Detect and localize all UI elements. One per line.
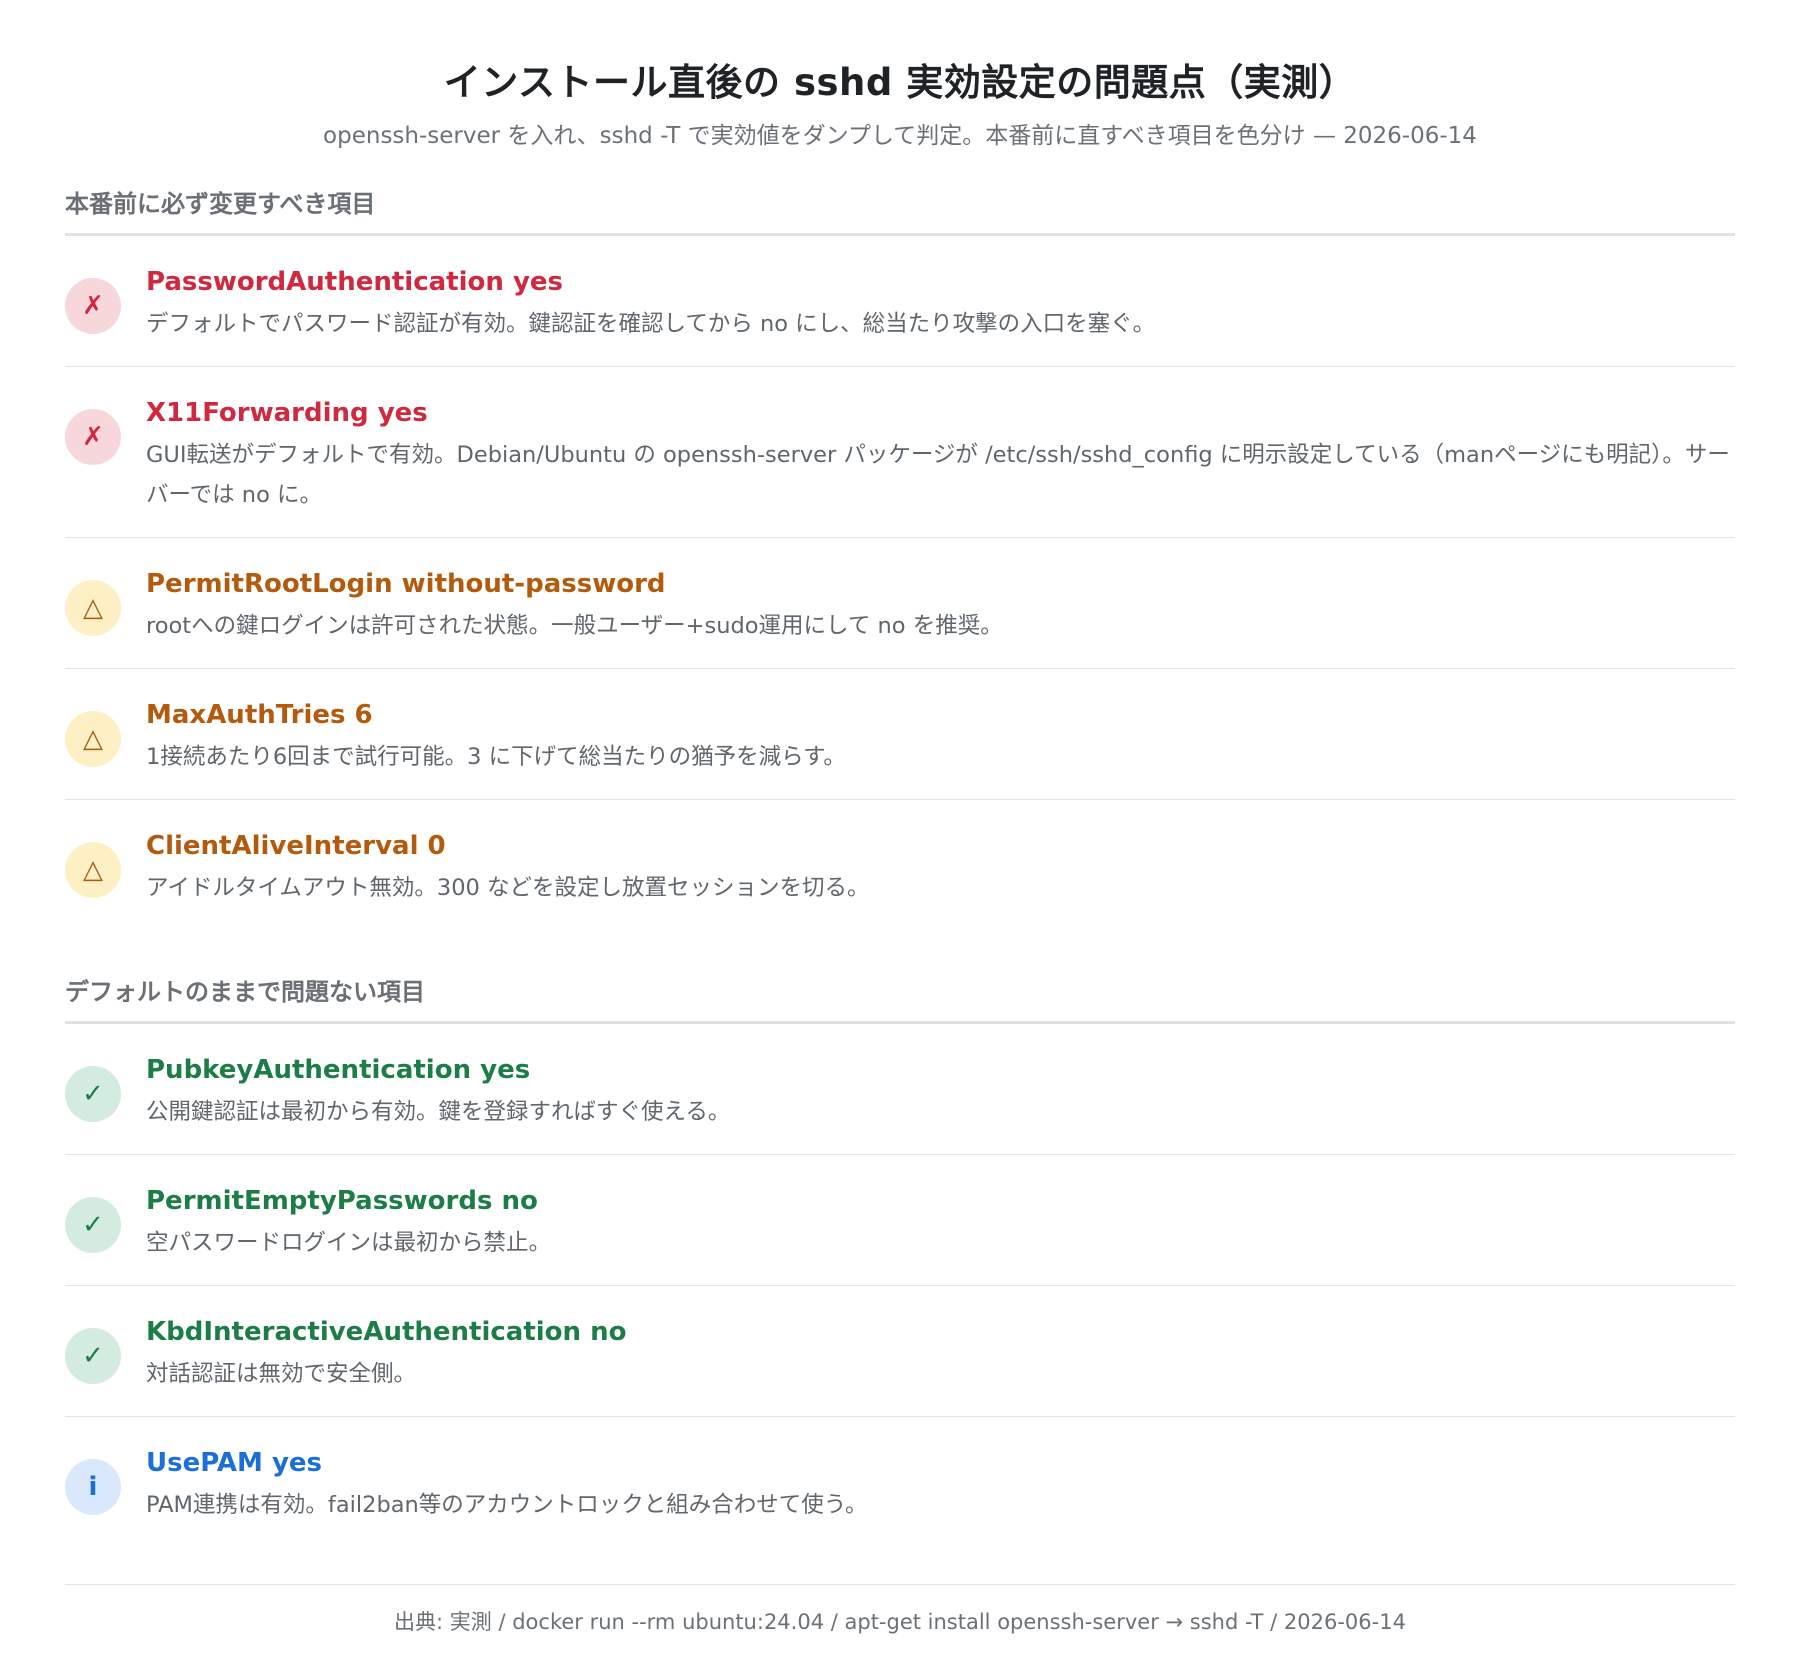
item-body: ClientAliveInterval 0 アイドルタイムアウト無効。300 など… [146, 822, 1735, 908]
setting-name: PasswordAuthentication yes [146, 267, 564, 297]
section-heading: 本番前に必ず変更すべき項目 [65, 188, 1735, 236]
list-item: ✓ PermitEmptyPasswords no 空パスワードログインは最初から禁… [65, 1155, 1735, 1286]
list-item: △ MaxAuthTries 6 1接続あたり6回まで試行可能。3 に下げて総当たり… [65, 669, 1735, 800]
section-heading: デフォルトのままで問題ない項目 [65, 976, 1735, 1024]
item-body: PermitEmptyPasswords no 空パスワードログインは最初から禁止… [146, 1177, 1735, 1263]
setting-name: MaxAuthTries 6 [146, 700, 373, 730]
item-body: X11Forwarding yes GUI転送がデフォルトで有効。Debian/U… [146, 389, 1735, 515]
list-item: ✓ PubkeyAuthentication yes 公開鍵認証は最初から有効。鍵を… [65, 1024, 1735, 1155]
section-ok-defaults: デフォルトのままで問題ない項目 ✓ PubkeyAuthentication ye… [65, 976, 1735, 1547]
check-icon: ✓ [65, 1066, 121, 1122]
setting-name: PermitRootLogin without-password [146, 569, 666, 599]
list-item: △ PermitRootLogin without-password rootへの鍵… [65, 538, 1735, 669]
item-list: ✓ PubkeyAuthentication yes 公開鍵認証は最初から有効。鍵を… [65, 1024, 1735, 1547]
setting-name: PermitEmptyPasswords no [146, 1186, 538, 1216]
setting-description: 対話認証は無効で安全側。 [146, 1361, 417, 1387]
list-item: △ ClientAliveInterval 0 アイドルタイムアウト無効。300 な… [65, 800, 1735, 930]
item-body: PubkeyAuthentication yes 公開鍵認証は最初から有効。鍵を登… [146, 1046, 1735, 1132]
item-body: PermitRootLogin without-password rootへの鍵ロ… [146, 560, 1735, 646]
item-body: UsePAM yes PAM連携は有効。fail2ban等のアカウントロックと組み… [146, 1439, 1735, 1525]
setting-description: デフォルトでパスワード認証が有効。鍵認証を確認してから no にし、総当たり攻撃… [146, 311, 1156, 337]
setting-name: X11Forwarding yes [146, 398, 428, 428]
list-item: i UsePAM yes PAM連携は有効。fail2ban等のアカウントロックと組… [65, 1417, 1735, 1547]
info-icon: i [65, 1459, 121, 1515]
setting-description: PAM連携は有効。fail2ban等のアカウントロックと組み合わせて使う。 [146, 1492, 868, 1518]
section-must-change: 本番前に必ず変更すべき項目 ✗ PasswordAuthentication ye… [65, 188, 1735, 930]
setting-name: KbdInteractiveAuthentication no [146, 1317, 627, 1347]
source-footer: 出典: 実測 / docker run --rm ubuntu:24.04 / … [65, 1584, 1735, 1637]
setting-description: アイドルタイムアウト無効。300 などを設定し放置セッションを切る。 [146, 875, 870, 901]
setting-name: UsePAM yes [146, 1448, 322, 1478]
item-body: KbdInteractiveAuthentication no 対話認証は無効で安… [146, 1308, 1735, 1394]
warning-triangle-icon: △ [65, 711, 121, 767]
setting-name: ClientAliveInterval 0 [146, 831, 446, 861]
item-body: PasswordAuthentication yes デフォルトでパスワード認証が… [146, 258, 1735, 344]
setting-description: rootへの鍵ログインは許可された状態。一般ユーザー+sudo運用にして no … [146, 613, 1003, 639]
list-item: ✗ X11Forwarding yes GUI転送がデフォルトで有効。Debian/… [65, 367, 1735, 538]
cross-icon: ✗ [65, 278, 121, 334]
check-icon: ✓ [65, 1197, 121, 1253]
setting-description: 公開鍵認証は最初から有効。鍵を登録すればすぐ使える。 [146, 1099, 731, 1125]
list-item: ✗ PasswordAuthentication yes デフォルトでパスワード認証… [65, 236, 1735, 367]
setting-description: 1接続あたり6回まで試行可能。3 に下げて総当たりの猶予を減らす。 [146, 744, 846, 770]
page-title: インストール直後の sshd 実効設定の問題点（実測） [443, 61, 1357, 104]
warning-triangle-icon: △ [65, 580, 121, 636]
setting-description: GUI転送がデフォルトで有効。Debian/Ubuntu の openssh-s… [146, 442, 1730, 508]
setting-name: PubkeyAuthentication yes [146, 1055, 531, 1085]
warning-triangle-icon: △ [65, 842, 121, 898]
list-item: ✓ KbdInteractiveAuthentication no 対話認証は無効で… [65, 1286, 1735, 1417]
report-page: インストール直後の sshd 実効設定の問題点（実測） openssh-serv… [0, 0, 1800, 1672]
page-subtitle: openssh-server を入れ、sshd -T で実効値をダンプして判定。… [323, 123, 1477, 149]
item-body: MaxAuthTries 6 1接続あたり6回まで試行可能。3 に下げて総当たりの… [146, 691, 1735, 777]
setting-description: 空パスワードログインは最初から禁止。 [146, 1230, 552, 1256]
item-list: ✗ PasswordAuthentication yes デフォルトでパスワード認証… [65, 236, 1735, 930]
cross-icon: ✗ [65, 409, 121, 465]
check-icon: ✓ [65, 1328, 121, 1384]
